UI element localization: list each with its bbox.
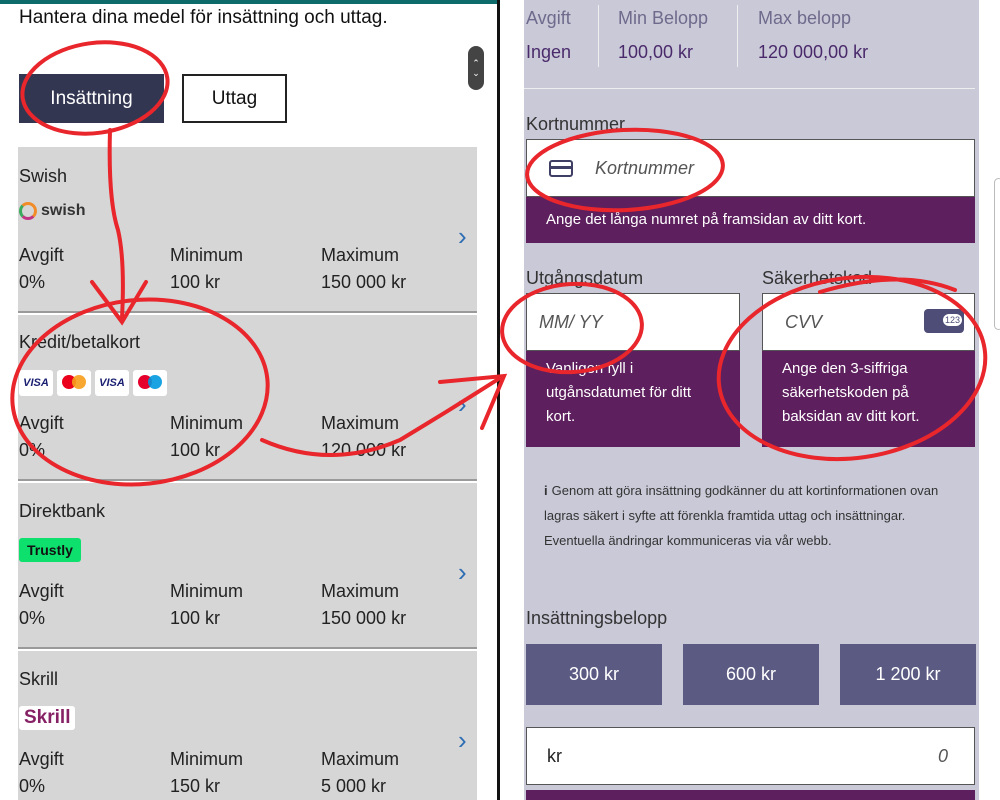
currency-label: kr	[547, 745, 562, 766]
payment-method-card[interactable]: Kredit/betalkort VISA VISA › Avgift Mini…	[18, 315, 477, 481]
method-name: Direktbank	[19, 501, 106, 521]
storage-info: i Genom att göra insättning godkänner du …	[544, 478, 964, 553]
tab-deposit[interactable]: Insättning	[19, 74, 164, 123]
fee-value: Ingen	[526, 42, 572, 62]
max-label: Maximum	[321, 581, 400, 601]
max-amount-value: 120 000,00 kr	[758, 42, 869, 62]
skrill-logo: Skrill	[19, 706, 76, 730]
max-label: Maximum	[321, 413, 400, 433]
cvv-label: Säkerhetskod	[762, 268, 873, 288]
fee-label: Avgift	[19, 581, 64, 601]
credit-card-icon	[549, 159, 573, 177]
min-value: 100 kr	[170, 272, 221, 292]
expiry-placeholder: MM/ YY	[539, 311, 603, 332]
chevron-right-icon[interactable]: ›	[458, 221, 467, 252]
chevron-up-icon: ⌃	[472, 58, 480, 68]
fee-value: 0%	[19, 776, 46, 796]
expiry-label: Utgångsdatum	[526, 268, 644, 288]
visa-logo: VISA	[19, 370, 53, 396]
info-icon: i	[544, 483, 548, 498]
submit-button-edge[interactable]	[526, 790, 975, 800]
scroll-handle[interactable]: ⌃ ⌄	[468, 46, 484, 90]
top-bar	[0, 0, 500, 4]
maestro-logo	[133, 370, 167, 396]
max-label: Maximum	[321, 245, 400, 265]
preset-amount-button[interactable]: 300 kr	[526, 644, 662, 705]
card-number-placeholder: Kortnummer	[595, 157, 695, 178]
chevron-right-icon[interactable]: ›	[458, 557, 467, 588]
card-number-hint: Ange det långa numret på framsidan av di…	[526, 197, 975, 243]
min-label: Minimum	[170, 245, 244, 265]
visa-logo: VISA	[95, 370, 129, 396]
preset-amount-button[interactable]: 1 200 kr	[840, 644, 976, 705]
max-label: Maximum	[321, 749, 400, 769]
max-value: 120 000 kr	[321, 440, 407, 460]
screen-divider	[497, 0, 500, 800]
left-screen: Hantera dina medel för insättning och ut…	[0, 0, 500, 800]
fee-label: Avgift	[19, 245, 64, 265]
fee-value: 0%	[19, 440, 46, 460]
cvv-card-icon: 123	[924, 309, 964, 333]
min-value: 150 kr	[170, 776, 221, 796]
min-amount-value: 100,00 kr	[618, 42, 694, 62]
edge-handle	[994, 178, 1000, 330]
fee-label: Avgift	[19, 749, 64, 769]
min-value: 100 kr	[170, 440, 221, 460]
payment-method-bank[interactable]: Direktbank Trustly › Avgift Minimum Maxi…	[18, 483, 477, 649]
fee-value: 0%	[19, 272, 46, 292]
card-number-input[interactable]: Kortnummer	[526, 139, 975, 197]
amount-input[interactable]: kr 0	[526, 727, 975, 785]
method-name: Swish	[19, 166, 68, 186]
tab-withdraw[interactable]: Uttag	[182, 74, 287, 123]
cvv-placeholder: CVV	[785, 311, 823, 332]
max-amount-label: Max belopp	[758, 8, 852, 28]
card-logos: VISA VISA	[19, 370, 167, 396]
page-description: Hantera dina medel för insättning och ut…	[19, 7, 388, 28]
chevron-right-icon[interactable]: ›	[458, 389, 467, 420]
fee-label: Avgift	[526, 8, 571, 28]
min-value: 100 kr	[170, 608, 221, 628]
max-value: 5 000 kr	[321, 776, 387, 796]
payment-method-swish[interactable]: Swish swish › Avgift Minimum Maximum 0% …	[18, 147, 477, 313]
fee-label: Avgift	[19, 413, 64, 433]
swish-logo: swish	[19, 202, 85, 220]
expiry-hint: Vanligen fyll i utgånsdatumet för ditt k…	[526, 351, 740, 447]
trustly-logo: Trustly	[19, 538, 81, 562]
method-name: Kredit/betalkort	[19, 332, 141, 352]
method-name: Skrill	[19, 669, 58, 689]
expiry-input[interactable]: MM/ YY	[526, 293, 740, 351]
preset-amount-button[interactable]: 600 kr	[683, 644, 819, 705]
amount-value: 0	[937, 745, 948, 766]
card-number-label: Kortnummer	[526, 114, 626, 134]
max-value: 150 000 kr	[321, 272, 407, 292]
min-label: Minimum	[170, 413, 244, 433]
min-label: Minimum	[170, 749, 244, 769]
payment-method-skrill[interactable]: Skrill Skrill › Avgift Minimum Maximum 0…	[18, 651, 477, 800]
chevron-right-icon[interactable]: ›	[458, 725, 467, 756]
cvv-input[interactable]: CVV 123	[762, 293, 975, 351]
amount-label: Insättningsbelopp	[526, 608, 668, 628]
fee-value: 0%	[19, 608, 46, 628]
card-deposit-panel: Avgift Ingen Min Belopp 100,00 kr Max be…	[524, 0, 979, 800]
cvv-hint: Ange den 3-siffriga säkerhetskoden på ba…	[762, 351, 975, 447]
max-value: 150 000 kr	[321, 608, 407, 628]
info-text: Genom att göra insättning godkänner du a…	[544, 483, 939, 548]
mastercard-logo	[57, 370, 91, 396]
min-label: Minimum	[170, 581, 244, 601]
min-amount-label: Min Belopp	[618, 8, 709, 28]
chevron-down-icon: ⌄	[472, 68, 480, 78]
right-screen: Avgift Ingen Min Belopp 100,00 kr Max be…	[502, 0, 1000, 800]
